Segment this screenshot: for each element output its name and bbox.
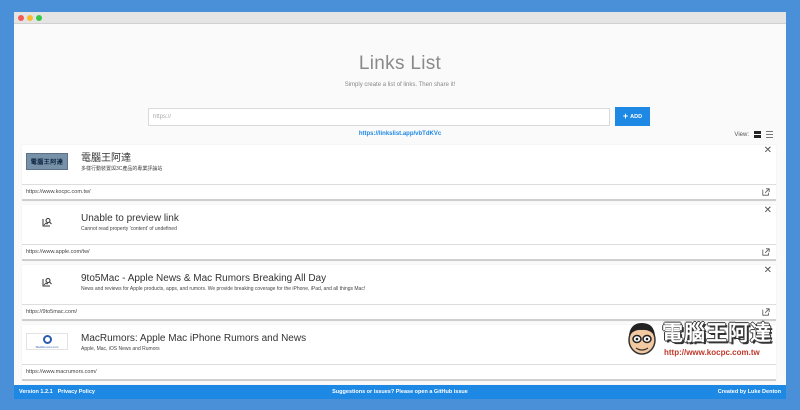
link-url-bar: https://www.kocpc.com.tw/ xyxy=(22,184,776,199)
add-button-label: ADD xyxy=(630,113,643,120)
privacy-policy-link[interactable]: Privacy Policy xyxy=(58,389,95,395)
link-title[interactable]: Unable to preview link xyxy=(81,213,746,225)
minimize-window-button[interactable] xyxy=(27,14,33,21)
maximize-window-button[interactable] xyxy=(36,14,42,21)
close-icon[interactable]: ✕ xyxy=(764,206,772,216)
macrumors-logo: MacRumors.com xyxy=(26,333,68,350)
image-search-icon xyxy=(26,273,68,290)
link-title[interactable]: 電腦王阿達 xyxy=(81,153,746,165)
link-url[interactable]: https://www.macrumors.com/ xyxy=(26,369,97,375)
close-window-button[interactable] xyxy=(18,14,24,21)
watermark: 電腦王阿達 http://www.kocpc.com.tw xyxy=(618,317,778,367)
view-toggle: View: xyxy=(734,131,773,138)
thumb-logo-text: 電腦王阿達 xyxy=(30,160,64,166)
mascot-face-icon xyxy=(628,323,656,355)
link-title[interactable]: 9to5Mac - Apple News & Mac Rumors Breaki… xyxy=(81,273,746,285)
window-titlebar xyxy=(14,12,786,24)
link-url-bar: https://www.apple.com/tw/ xyxy=(22,244,776,259)
thumb-logo-text: MacRumors.com xyxy=(35,344,59,349)
link-card[interactable]: ✕ Unable to preview link Cannot read pro… xyxy=(22,205,776,261)
link-description: Cannot read property 'content' of undefi… xyxy=(81,226,177,232)
add-link-form: + ADD xyxy=(148,107,650,126)
add-button[interactable]: + ADD xyxy=(615,107,650,126)
link-url[interactable]: https://9to5mac.com/ xyxy=(26,309,77,315)
close-icon[interactable]: ✕ xyxy=(764,266,772,276)
url-input[interactable] xyxy=(148,107,610,126)
app-window: Links List Simply create a list of links… xyxy=(14,12,786,399)
watermark-text: 電腦王阿達 xyxy=(662,322,772,345)
close-icon[interactable]: ✕ xyxy=(764,146,772,156)
share-link[interactable]: https://linkslist.app/vbTdKVc xyxy=(14,131,786,137)
link-description: 多樣行動裝置與3C產品的專業評論站 xyxy=(81,166,163,172)
app-content: Links List Simply create a list of links… xyxy=(14,24,786,385)
kocpc-logo: 電腦王阿達 xyxy=(26,153,68,170)
watermark-url: http://www.kocpc.com.tw xyxy=(664,348,760,357)
page-title: Links List xyxy=(358,53,442,74)
link-url[interactable]: https://www.apple.com/tw/ xyxy=(26,249,90,255)
link-url[interactable]: https://www.kocpc.com.tw/ xyxy=(26,189,91,195)
link-card[interactable]: ✕ 9to5Mac - Apple News & Mac Rumors Brea… xyxy=(22,265,776,321)
github-issue-link[interactable]: Suggestions or issues? Please open a Git… xyxy=(332,389,468,395)
footer: Version 1.2.1 Privacy Policy Suggestions… xyxy=(14,385,786,399)
author-credit[interactable]: Created by Luke Denton xyxy=(718,389,781,395)
share-link-url[interactable]: https://linkslist.app/vbTdKVc xyxy=(359,131,441,137)
grid-view-icon[interactable] xyxy=(754,131,761,138)
macrumors-logo-mark xyxy=(42,334,52,344)
plus-icon: + xyxy=(622,111,629,121)
page-subtitle: Simply create a list of links. Then shar… xyxy=(344,82,456,88)
image-search-icon xyxy=(26,213,68,230)
open-external-icon[interactable] xyxy=(762,248,770,256)
link-card[interactable]: ✕ 電腦王阿達 電腦王阿達 多樣行動裝置與3C產品的專業評論站 https://… xyxy=(22,145,776,201)
version-text: Version 1.2.1 xyxy=(19,389,53,395)
open-external-icon[interactable] xyxy=(762,308,770,316)
view-label: View: xyxy=(734,131,749,138)
link-description: News and reviews for Apple products, app… xyxy=(81,286,366,292)
list-view-icon[interactable] xyxy=(766,131,773,138)
open-external-icon[interactable] xyxy=(762,188,770,196)
hero: Links List Simply create a list of links… xyxy=(14,24,786,88)
